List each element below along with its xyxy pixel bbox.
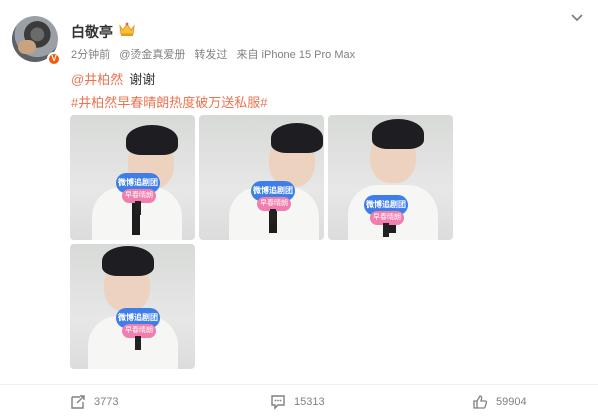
mic-stick [135, 201, 141, 215]
verified-badge-icon: V [47, 52, 61, 66]
post-photo-3[interactable]: 微博追剧团 早春晴朗 [328, 115, 453, 240]
mic-stick [135, 336, 141, 350]
thumbs-up-icon [473, 395, 488, 409]
photo-mic-sign: 微博追剧团 早春晴朗 [116, 308, 160, 350]
comment-button[interactable]: 15313 [270, 392, 325, 412]
comment-count: 15313 [294, 396, 325, 408]
post-time[interactable]: 2分钟前 [71, 49, 110, 61]
repost-button[interactable]: 3773 [70, 392, 118, 412]
mention-link[interactable]: @井柏然 [71, 72, 123, 87]
post-photo-2[interactable]: 微博追剧团 早春晴朗 [199, 115, 324, 240]
repost-icon [71, 395, 85, 409]
comment-icon [271, 395, 285, 410]
post-photo-4[interactable]: 微博追剧团 早春晴朗 [70, 244, 195, 369]
repost-status: 转发过 [194, 49, 228, 61]
author-name[interactable]: 白敬亭 [71, 22, 113, 42]
post-device: 来自 iPhone 15 Pro Max [236, 49, 356, 61]
like-button[interactable]: 59904 [472, 392, 527, 412]
post-text: 谢谢 [129, 72, 156, 87]
mic-stick [270, 209, 276, 223]
repost-count: 3773 [94, 396, 119, 408]
post-source[interactable]: @烫金真爱册 [119, 49, 185, 61]
footer-divider [0, 384, 598, 385]
photo-hair [372, 119, 424, 149]
photo-hair [126, 125, 178, 155]
chevron-down-icon[interactable] [570, 12, 584, 24]
post-meta: 2分钟前 @烫金真爱册 转发过 来自 iPhone 15 Pro Max [71, 46, 361, 62]
like-count: 59904 [496, 396, 527, 408]
post-text-line: @井柏然 谢谢 [71, 69, 155, 88]
photo-mic-sign: 微博追剧团 早春晴朗 [251, 181, 295, 223]
photo-mic-sign: 微博追剧团 早春晴朗 [116, 173, 160, 215]
photo-hair [271, 123, 323, 153]
avatar-detail [18, 40, 36, 54]
post-photo-1[interactable]: 微博追剧团 早春晴朗 [70, 115, 195, 240]
hashtag-link[interactable]: #井柏然早春晴朗热度破万送私服# [71, 92, 267, 111]
photo-hair [102, 246, 154, 276]
crown-icon [119, 22, 135, 36]
mic-stick [383, 223, 389, 237]
photo-mic-sign: 微博追剧团 早春晴朗 [364, 195, 408, 237]
